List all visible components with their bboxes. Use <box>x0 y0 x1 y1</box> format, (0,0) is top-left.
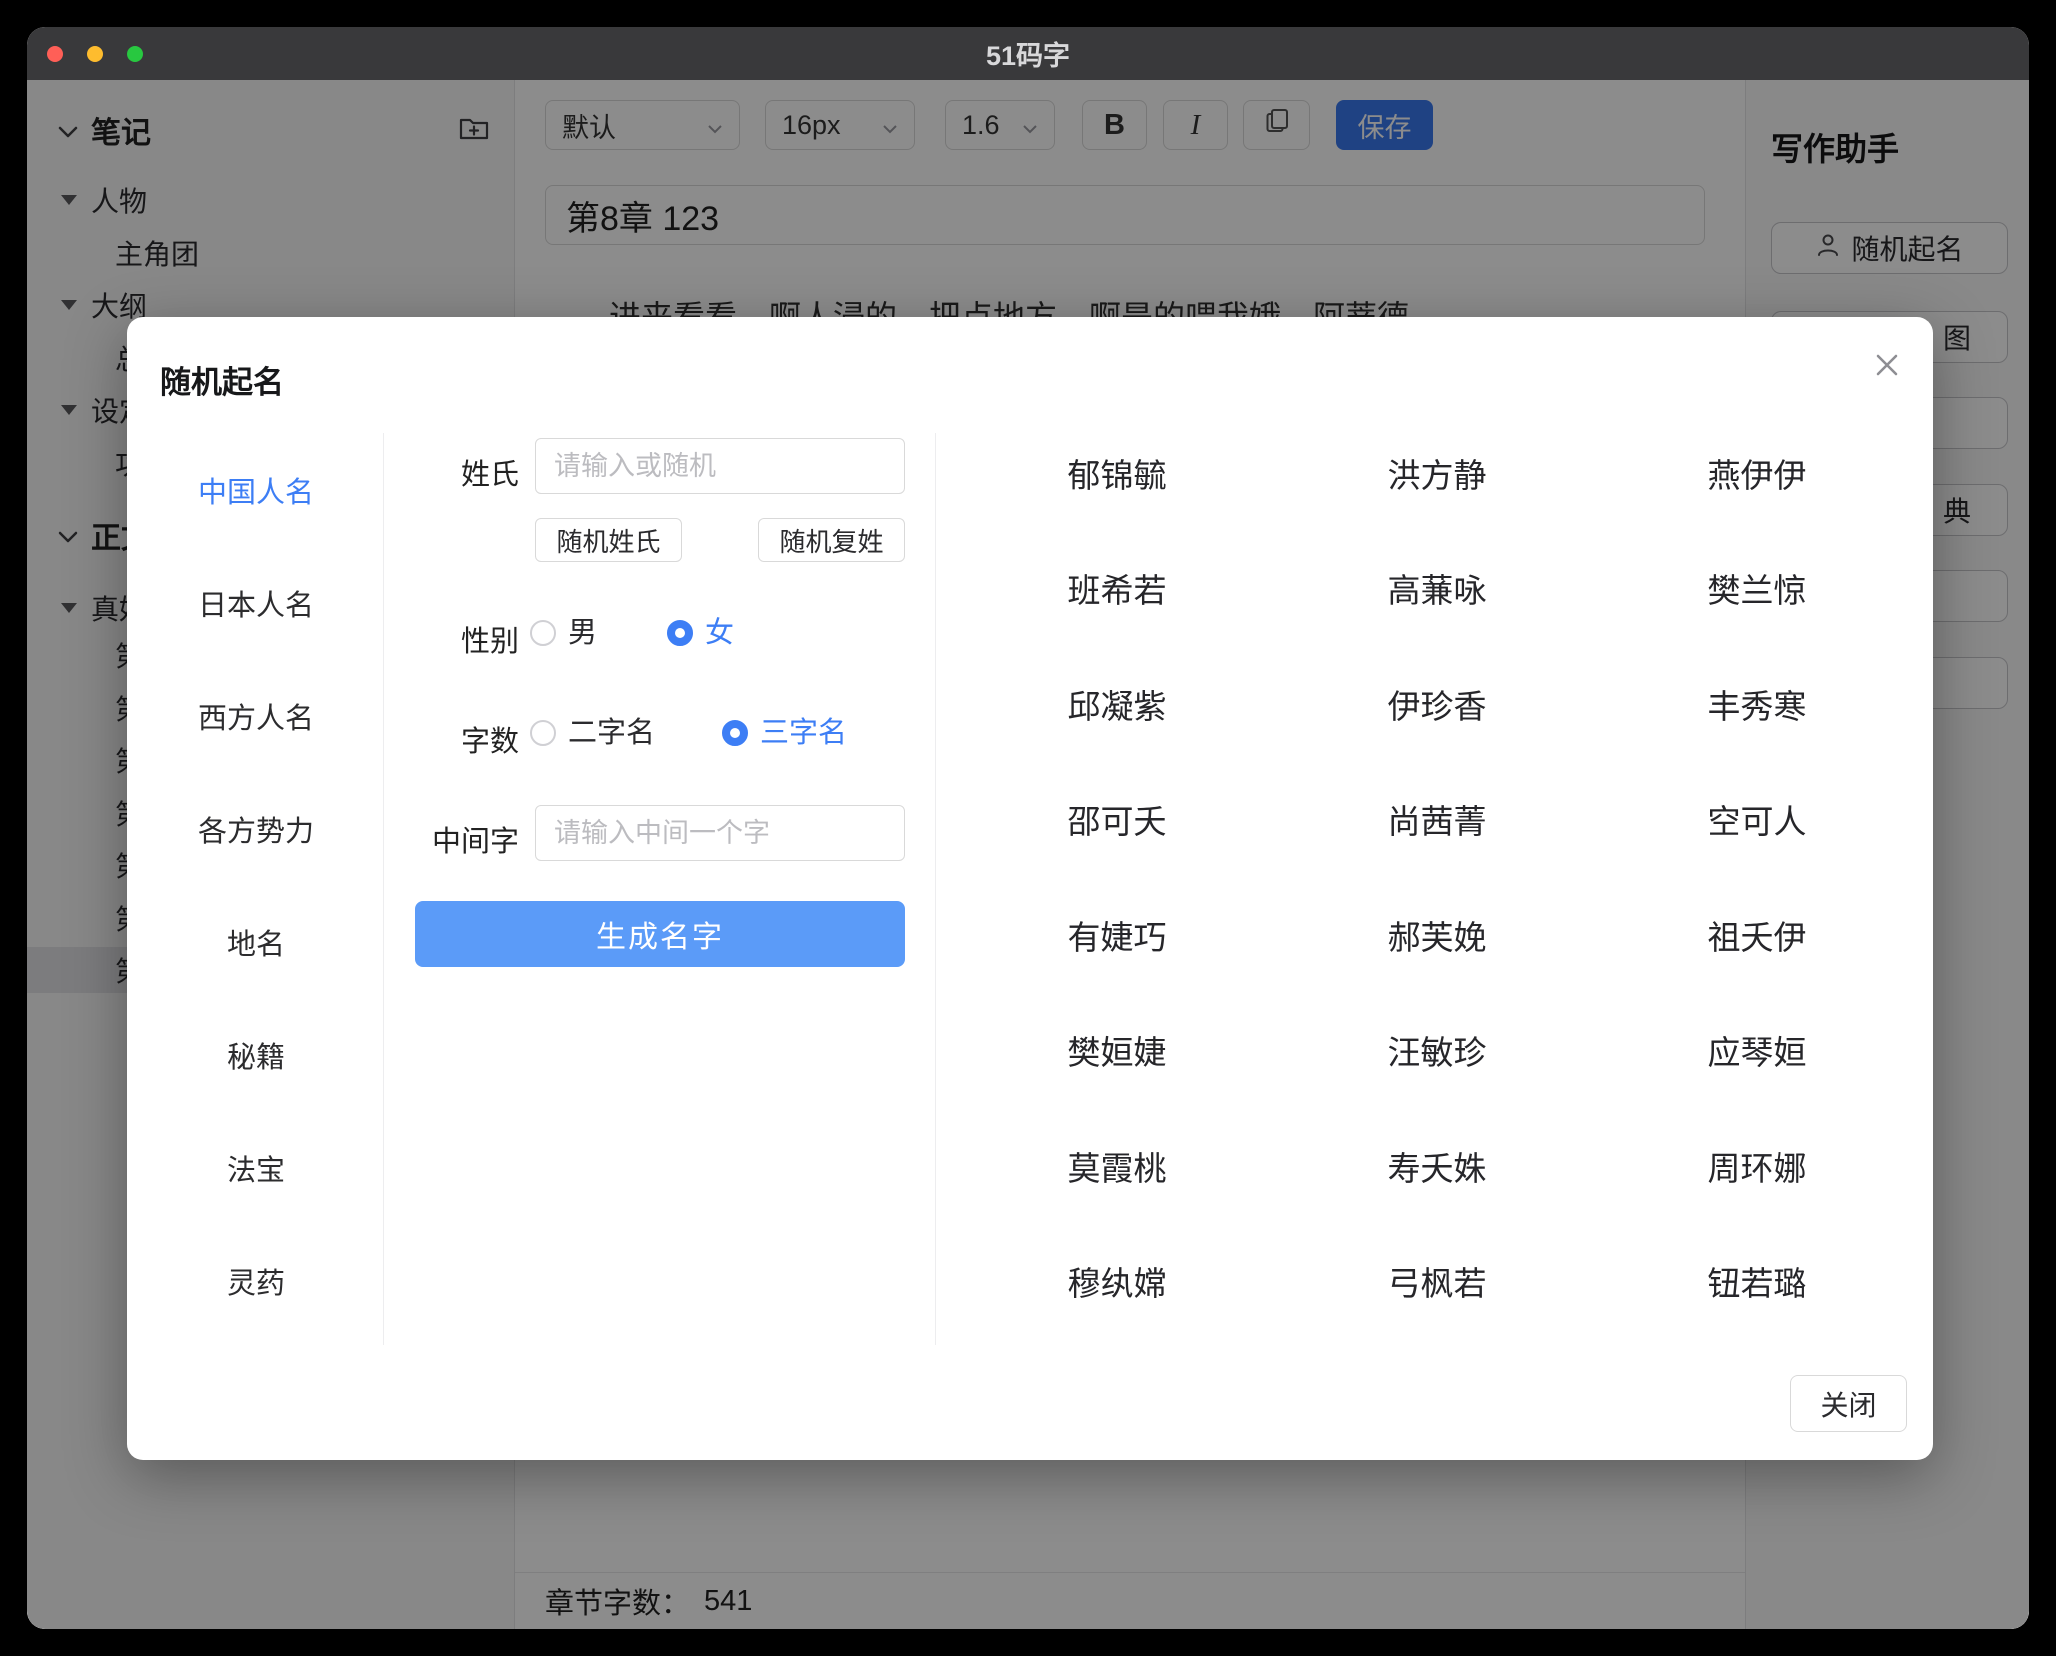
tab-place-names[interactable]: 地名 <box>182 885 330 998</box>
generated-name[interactable]: 弓枫若 <box>1277 1224 1597 1340</box>
surname-input[interactable] <box>535 438 905 494</box>
generated-name[interactable]: 祖夭伊 <box>1597 877 1917 993</box>
generated-name[interactable]: 樊姮婕 <box>957 993 1277 1109</box>
tab-western-names[interactable]: 西方人名 <box>182 659 330 772</box>
minimize-traffic-light[interactable] <box>87 46 103 62</box>
tab-elixirs[interactable]: 灵药 <box>182 1224 330 1337</box>
zoom-traffic-light[interactable] <box>127 46 143 62</box>
random-surname-button[interactable]: 随机姓氏 <box>535 518 682 562</box>
name-category-tabs: 中国人名 日本人名 西方人名 各方势力 地名 秘籍 法宝 灵药 <box>182 433 330 1337</box>
gender-male-radio[interactable] <box>530 620 556 646</box>
gender-female-label[interactable]: 女 <box>705 618 734 648</box>
random-compound-surname-button[interactable]: 随机复姓 <box>758 518 905 562</box>
generated-name[interactable]: 周环娜 <box>1597 1108 1917 1224</box>
generated-name[interactable]: 应琴姮 <box>1597 993 1917 1109</box>
close-icon[interactable] <box>1869 347 1905 383</box>
random-compound-label: 随机复姓 <box>779 522 883 559</box>
generated-name[interactable]: 郁锦毓 <box>957 415 1277 531</box>
generated-name[interactable]: 邱凝紫 <box>957 646 1277 762</box>
tab-chinese-names[interactable]: 中国人名 <box>182 433 330 546</box>
generated-name[interactable]: 钮若璐 <box>1597 1224 1917 1340</box>
generated-name[interactable]: 邵可夭 <box>957 762 1277 878</box>
generate-names-label: 生成名字 <box>596 912 724 956</box>
gender-male-label[interactable]: 男 <box>568 618 597 648</box>
window-title: 51码字 <box>986 34 1070 73</box>
generated-name[interactable]: 尚茜菁 <box>1277 762 1597 878</box>
two-char-radio[interactable] <box>530 720 556 746</box>
app-window: 51码字 笔记 人物 主角团 大纲 总 设定 功 <box>27 27 2029 1629</box>
divider <box>935 433 936 1345</box>
three-char-label[interactable]: 三字名 <box>760 718 847 748</box>
generated-name[interactable]: 高蒹咏 <box>1277 531 1597 647</box>
random-name-modal: 随机起名 中国人名 日本人名 西方人名 各方势力 地名 秘籍 法宝 灵药 姓氏 … <box>127 317 1933 1460</box>
generated-name[interactable]: 有婕巧 <box>957 877 1277 993</box>
tab-manuals[interactable]: 秘籍 <box>182 998 330 1111</box>
close-traffic-light[interactable] <box>47 46 63 62</box>
generate-names-button[interactable]: 生成名字 <box>415 901 905 967</box>
generated-name[interactable]: 寿夭姝 <box>1277 1108 1597 1224</box>
traffic-lights <box>47 27 143 80</box>
tab-japanese-names[interactable]: 日本人名 <box>182 546 330 659</box>
gender-label: 性别 <box>407 618 519 660</box>
tab-factions[interactable]: 各方势力 <box>182 772 330 885</box>
generated-name[interactable]: 伊珍香 <box>1277 646 1597 762</box>
generated-name[interactable]: 空可人 <box>1597 762 1917 878</box>
generated-name[interactable]: 丰秀寒 <box>1597 646 1917 762</box>
middle-char-label: 中间字 <box>407 818 519 860</box>
random-surname-label: 随机姓氏 <box>556 522 660 559</box>
gender-female-radio[interactable] <box>667 620 693 646</box>
generated-name[interactable]: 莫霞桃 <box>957 1108 1277 1224</box>
modal-title: 随机起名 <box>160 357 284 402</box>
modal-close-button[interactable]: 关闭 <box>1790 1375 1907 1432</box>
tab-treasures[interactable]: 法宝 <box>182 1111 330 1224</box>
middle-char-input[interactable] <box>535 805 905 861</box>
generated-name[interactable]: 班希若 <box>957 531 1277 647</box>
modal-close-label: 关闭 <box>1820 1384 1876 1424</box>
generated-name[interactable]: 郝芙娩 <box>1277 877 1597 993</box>
generated-name[interactable]: 樊兰惊 <box>1597 531 1917 647</box>
generated-names-grid: 郁锦毓 洪方静 燕伊伊 班希若 高蒹咏 樊兰惊 邱凝紫 伊珍香 丰秀寒 邵可夭 … <box>957 415 1917 1339</box>
divider <box>383 433 384 1345</box>
titlebar: 51码字 <box>27 27 2029 80</box>
generated-name[interactable]: 穆纨嫦 <box>957 1224 1277 1340</box>
generated-name[interactable]: 汪敏珍 <box>1277 993 1597 1109</box>
surname-label: 姓氏 <box>407 451 519 493</box>
generated-name[interactable]: 燕伊伊 <box>1597 415 1917 531</box>
char-count-label: 字数 <box>407 718 519 760</box>
two-char-label[interactable]: 二字名 <box>568 718 655 748</box>
generated-name[interactable]: 洪方静 <box>1277 415 1597 531</box>
three-char-radio[interactable] <box>722 720 748 746</box>
